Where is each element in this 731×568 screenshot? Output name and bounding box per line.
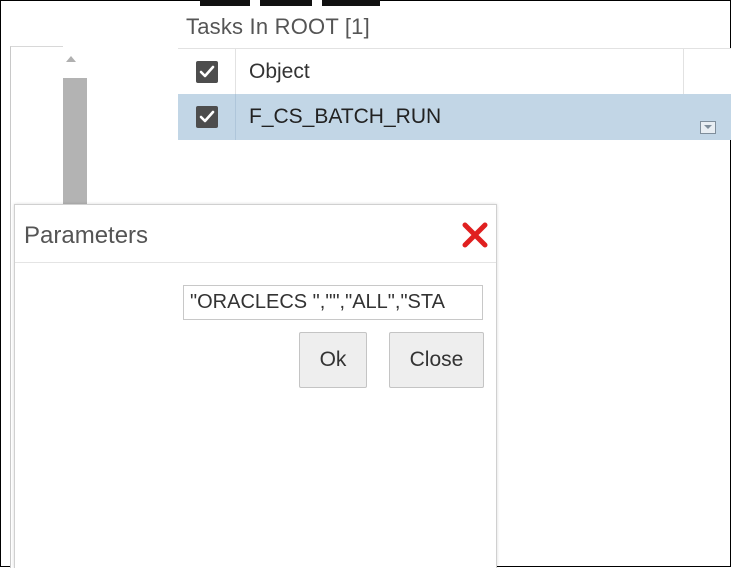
parameters-dialog: Parameters "ORACLECS ","","ALL","STA Ok … xyxy=(14,204,497,568)
close-button[interactable]: Close xyxy=(389,332,484,388)
checkbox-checked-icon[interactable] xyxy=(195,61,218,83)
cropped-header-fragment xyxy=(200,0,380,6)
close-x-icon[interactable] xyxy=(461,221,489,249)
column-header-action xyxy=(684,49,731,95)
checkbox-checked-icon[interactable] xyxy=(195,106,218,128)
tasks-panel-title: Tasks In ROOT [1] xyxy=(186,14,370,39)
chevron-up-icon[interactable] xyxy=(66,56,76,62)
parameters-input[interactable]: "ORACLECS ","","ALL","STA xyxy=(183,285,483,320)
column-header-object[interactable]: Object xyxy=(236,49,684,95)
dropdown-icon[interactable] xyxy=(699,120,716,134)
table-header-row: Object xyxy=(178,48,731,96)
dialog-title: Parameters xyxy=(24,222,149,249)
row-select-cell[interactable] xyxy=(178,94,236,140)
task-object-name: F_CS_BATCH_RUN xyxy=(236,94,684,140)
ok-button[interactable]: Ok xyxy=(299,332,367,388)
table-row[interactable]: F_CS_BATCH_RUN xyxy=(178,94,731,140)
tasks-table: Object F_CS_BATCH_RUN xyxy=(178,48,731,140)
row-action-cell[interactable] xyxy=(684,94,731,140)
dialog-header: Parameters xyxy=(15,205,496,263)
select-all-cell[interactable] xyxy=(178,49,236,95)
